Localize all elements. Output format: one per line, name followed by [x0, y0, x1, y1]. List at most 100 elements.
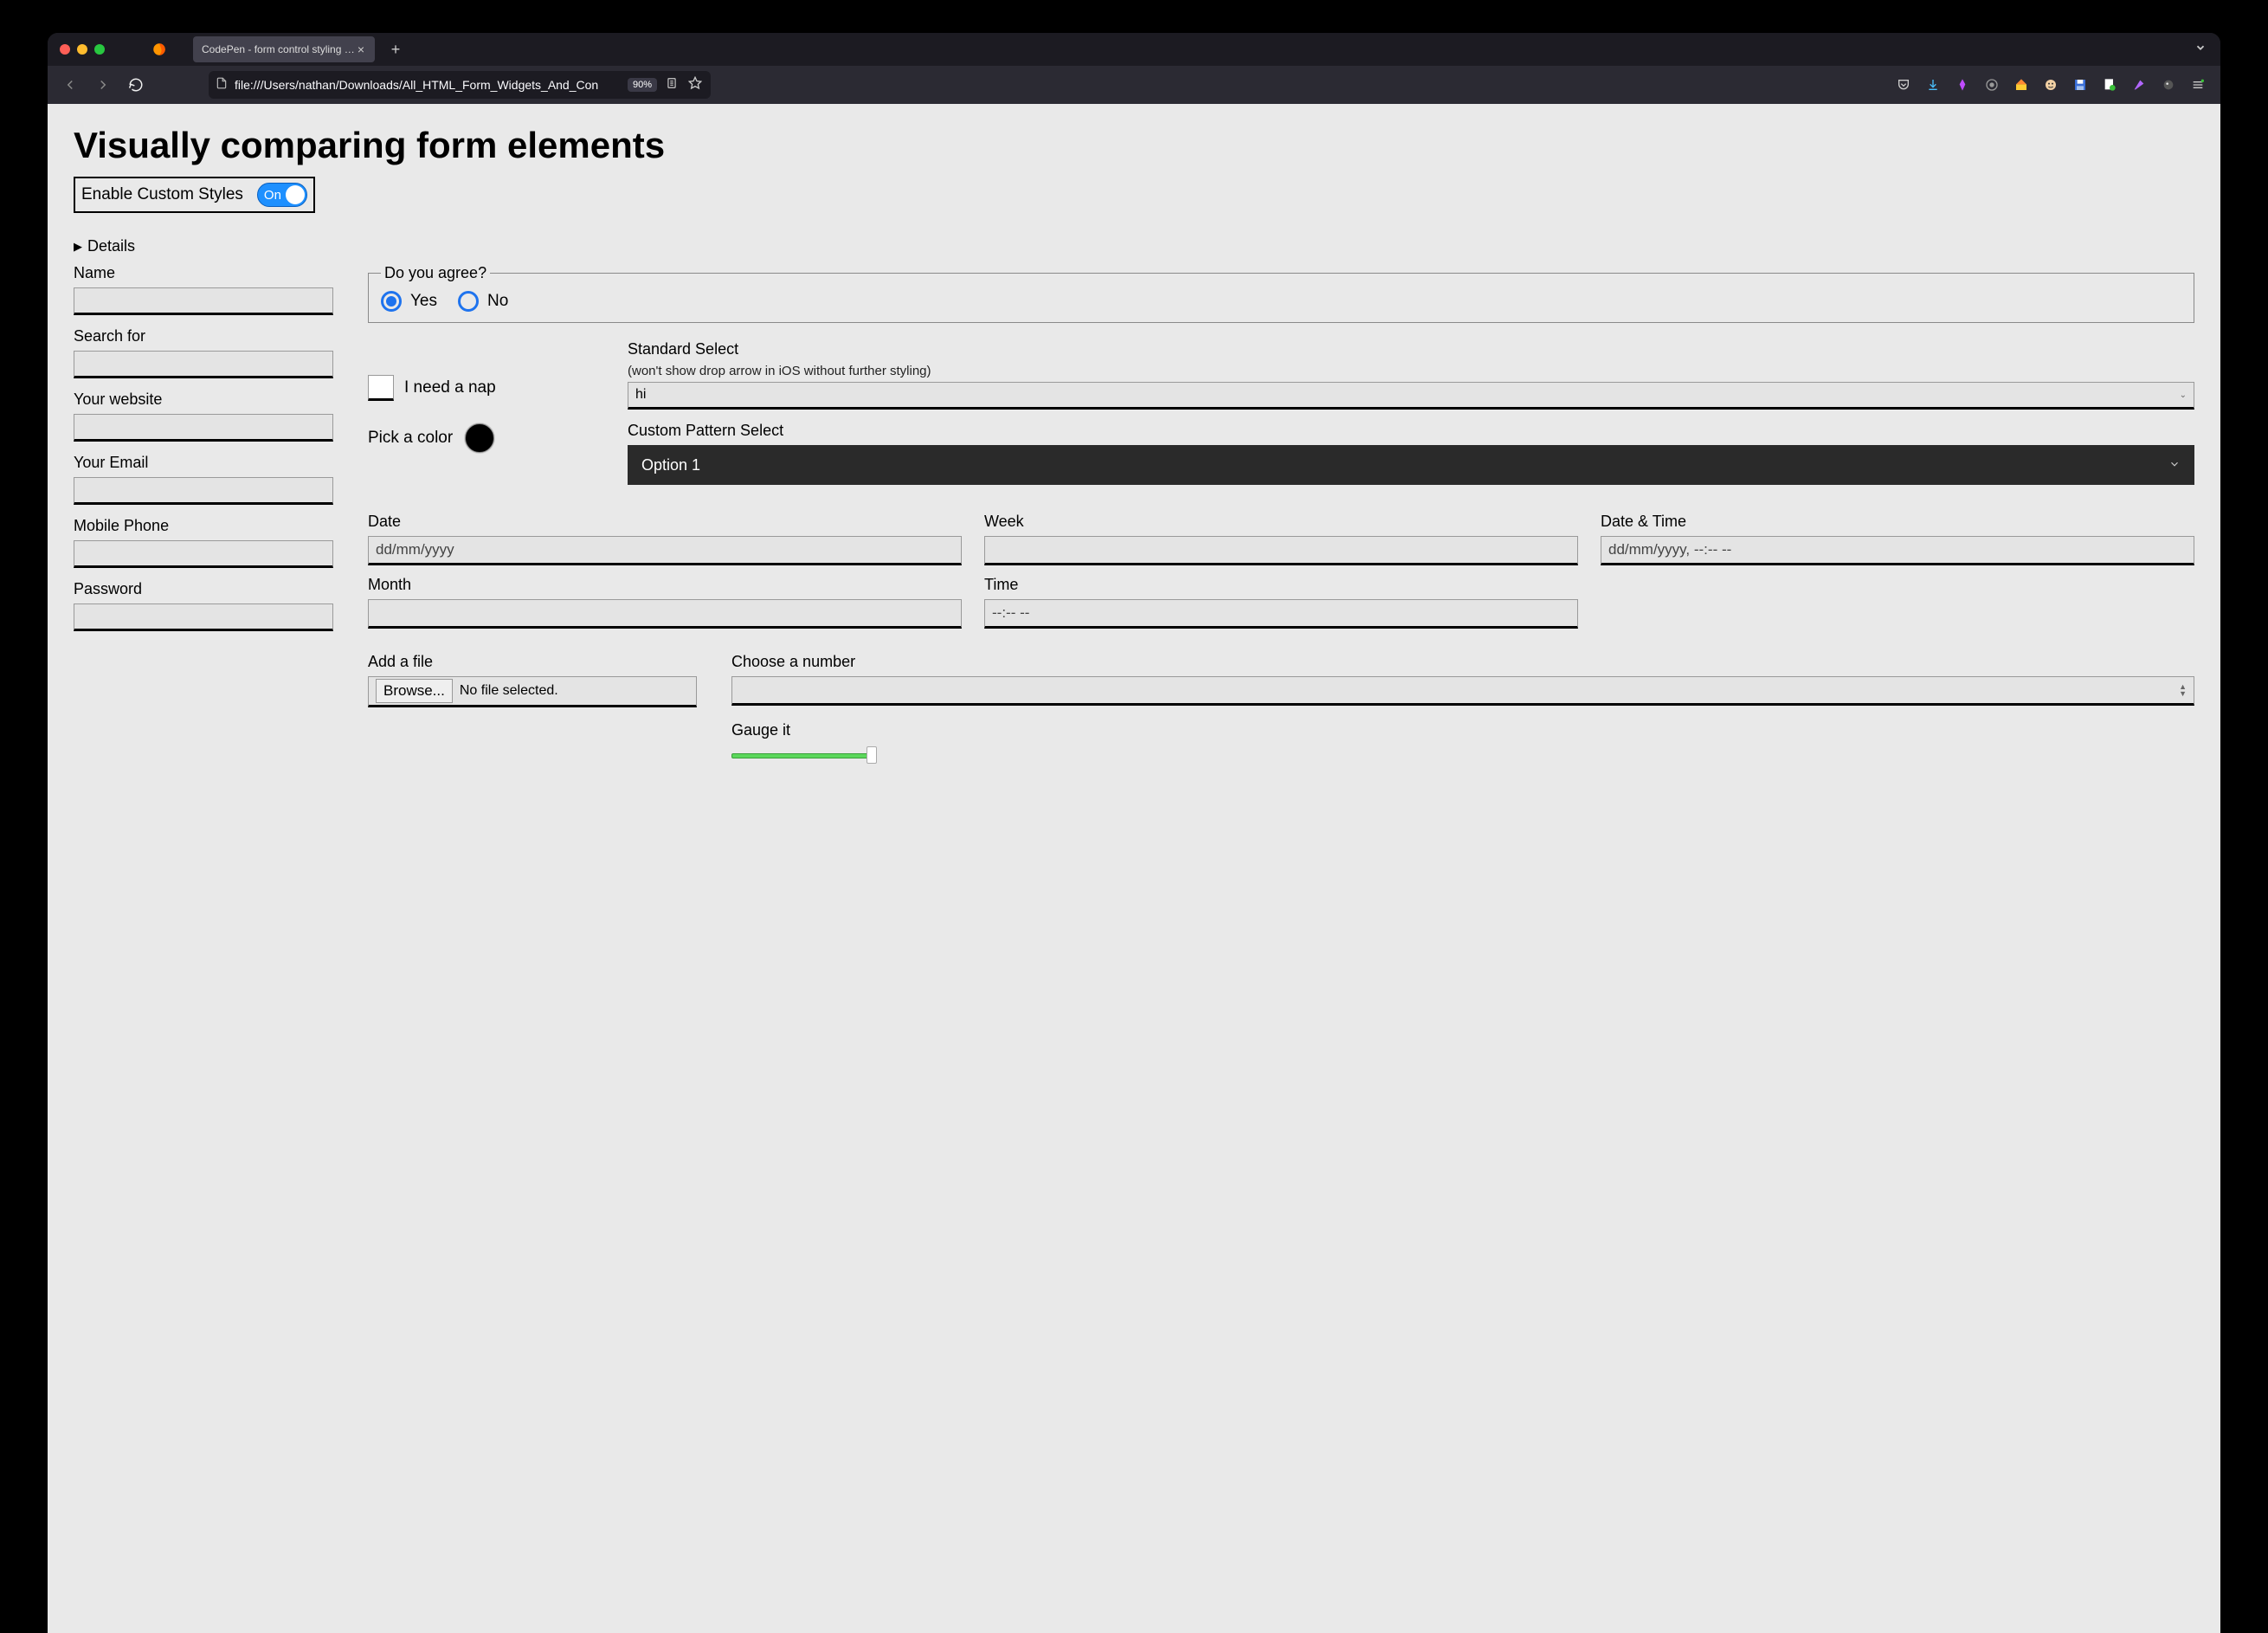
ext-icon-3[interactable]: [2013, 76, 2030, 94]
agree-no-radio[interactable]: No: [458, 291, 508, 312]
name-input[interactable]: [74, 287, 333, 315]
agree-yes-radio[interactable]: Yes: [381, 291, 437, 312]
checkbox-icon: [368, 375, 394, 401]
file-input[interactable]: Browse... No file selected.: [368, 676, 697, 707]
text-fields-column: Name Search for Your website Your Email …: [74, 264, 333, 764]
select-arrow-icon: ⌄: [2180, 390, 2187, 400]
gauge-slider[interactable]: [731, 746, 2194, 764]
name-label: Name: [74, 264, 333, 282]
standard-select-label: Standard Select: [628, 340, 2194, 358]
datetime-input[interactable]: dd/mm/yyyy, --:-- --: [1601, 536, 2194, 565]
color-input[interactable]: [465, 423, 494, 453]
week-label: Week: [984, 513, 1578, 531]
custom-styles-toggle[interactable]: On: [257, 183, 307, 207]
toggle-knob: [286, 185, 305, 204]
file-label: Add a file: [368, 653, 697, 671]
nap-checkbox-row[interactable]: I need a nap: [368, 375, 593, 401]
datetime-placeholder: dd/mm/yyyy, --:-- --: [1608, 541, 1731, 558]
gauge-knob[interactable]: [867, 746, 877, 764]
back-button[interactable]: [58, 73, 82, 97]
custom-styles-toggle-wrap: Enable Custom Styles On: [74, 177, 315, 213]
reload-button[interactable]: [124, 73, 148, 97]
color-label: Pick a color: [368, 429, 453, 448]
url-text: file:///Users/nathan/Downloads/All_HTML_…: [235, 78, 621, 92]
disclosure-triangle-icon: ▶: [74, 240, 82, 254]
ext-icon-4[interactable]: [2042, 76, 2059, 94]
agree-yes-label: Yes: [410, 292, 437, 311]
nap-checkbox-label: I need a nap: [404, 378, 496, 397]
custom-select[interactable]: Option 1: [628, 445, 2194, 485]
time-placeholder: --:-- --: [992, 604, 1029, 622]
ext-icon-1[interactable]: [1954, 76, 1971, 94]
custom-select-label: Custom Pattern Select: [628, 422, 2194, 440]
email-input[interactable]: [74, 477, 333, 505]
window-controls: [48, 44, 117, 55]
titlebar: CodePen - form control styling comp × +: [48, 33, 2220, 66]
maximize-window-icon[interactable]: [94, 44, 105, 55]
gauge-fill: [731, 753, 870, 758]
agree-fieldset: Do you agree? Yes No: [368, 264, 2194, 323]
toolbar: file:///Users/nathan/Downloads/All_HTML_…: [48, 66, 2220, 104]
agree-legend: Do you agree?: [381, 264, 490, 282]
date-placeholder: dd/mm/yyyy: [376, 541, 454, 558]
firefox-icon: [150, 40, 169, 59]
minimize-window-icon[interactable]: [77, 44, 87, 55]
website-input[interactable]: [74, 414, 333, 442]
tab-title: CodePen - form control styling comp: [202, 43, 356, 55]
ext-icon-2[interactable]: [1983, 76, 2001, 94]
reader-mode-icon[interactable]: [664, 77, 680, 94]
month-input[interactable]: [368, 599, 962, 629]
website-label: Your website: [74, 390, 333, 409]
tabs-dropdown-icon[interactable]: [2194, 42, 2220, 58]
number-label: Choose a number: [731, 653, 2194, 671]
time-input[interactable]: --:-- --: [984, 599, 1578, 629]
save-disk-icon[interactable]: [2071, 76, 2089, 94]
zoom-badge[interactable]: 90%: [628, 78, 657, 92]
app-menu-icon[interactable]: [2189, 76, 2207, 94]
month-label: Month: [368, 576, 962, 594]
email-label: Your Email: [74, 454, 333, 472]
standard-select-note: (won't show drop arrow in iOS without fu…: [628, 364, 2194, 378]
radio-unselected-icon: [458, 291, 479, 312]
custom-select-value: Option 1: [641, 456, 700, 474]
close-window-icon[interactable]: [60, 44, 70, 55]
forward-button[interactable]: [91, 73, 115, 97]
radio-selected-icon: [381, 291, 402, 312]
gauge-label: Gauge it: [731, 721, 2194, 739]
phone-label: Mobile Phone: [74, 517, 333, 535]
url-bar[interactable]: file:///Users/nathan/Downloads/All_HTML_…: [209, 71, 711, 99]
week-input[interactable]: [984, 536, 1578, 565]
password-label: Password: [74, 580, 333, 598]
tab-close-icon[interactable]: ×: [356, 42, 366, 56]
ext-icon-5[interactable]: [2101, 76, 2118, 94]
toggle-label: Enable Custom Styles: [81, 185, 243, 204]
standard-select[interactable]: hi ⌄: [628, 382, 2194, 410]
browser-window: CodePen - form control styling comp × + …: [48, 33, 2220, 1633]
standard-select-value: hi: [635, 387, 646, 403]
number-input[interactable]: ▲▼: [731, 676, 2194, 706]
password-input[interactable]: [74, 604, 333, 631]
download-icon[interactable]: [1924, 76, 1942, 94]
datetime-label: Date & Time: [1601, 513, 2194, 531]
page-icon: [216, 77, 228, 94]
toolbar-extensions: [1895, 76, 2210, 94]
details-disclosure[interactable]: ▶ Details: [74, 237, 2194, 255]
new-tab-button[interactable]: +: [385, 41, 406, 59]
file-status: No file selected.: [460, 683, 558, 699]
browser-tab[interactable]: CodePen - form control styling comp ×: [193, 36, 375, 62]
ext-icon-6[interactable]: [2130, 76, 2148, 94]
chevron-down-icon: [2168, 458, 2181, 473]
bookmark-star-icon[interactable]: [686, 76, 704, 94]
number-stepper-icon[interactable]: ▲▼: [2179, 683, 2187, 697]
ext-icon-7[interactable]: [2160, 76, 2177, 94]
browse-button[interactable]: Browse...: [376, 679, 453, 703]
details-label: Details: [87, 237, 135, 255]
agree-no-label: No: [487, 292, 508, 311]
pocket-icon[interactable]: [1895, 76, 1912, 94]
date-input[interactable]: dd/mm/yyyy: [368, 536, 962, 565]
time-label: Time: [984, 576, 1578, 594]
search-input[interactable]: [74, 351, 333, 378]
toggle-state-text: On: [264, 188, 281, 203]
page-content: Visually comparing form elements Enable …: [48, 104, 2220, 1633]
phone-input[interactable]: [74, 540, 333, 568]
